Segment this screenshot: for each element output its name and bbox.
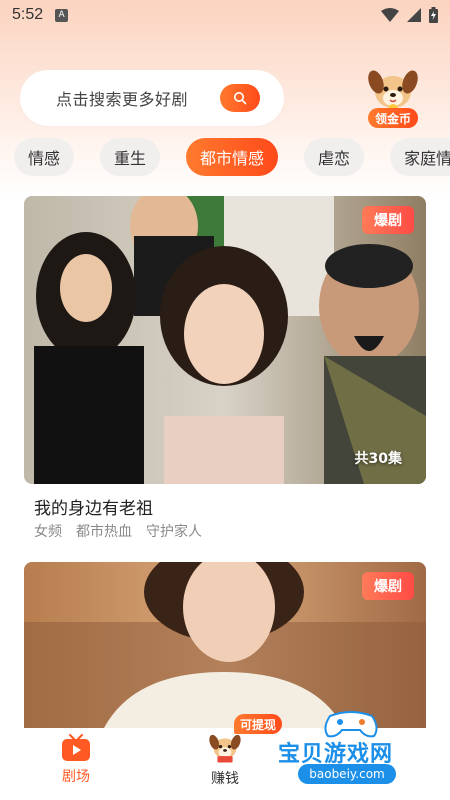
nav-earn[interactable]: 赚钱	[200, 728, 250, 796]
app-notification-icon: A	[55, 8, 69, 22]
tab-urban-emotion[interactable]: 都市情感	[186, 138, 279, 176]
nav-theater[interactable]: 剧场	[52, 734, 100, 794]
tab-sad-romance[interactable]: 虐恋	[304, 138, 365, 176]
nav-earn-label: 赚钱	[211, 771, 239, 787]
signal-icon	[407, 8, 421, 22]
drama-title[interactable]: 我的身边有老祖	[34, 494, 153, 519]
search-bar[interactable]: 点击搜索更多好剧	[20, 70, 284, 126]
watermark: 宝贝游戏网 baobeiy.com	[270, 706, 430, 792]
tab-rebirth[interactable]: 重生	[100, 138, 161, 176]
tab-family[interactable]: 家庭情	[390, 138, 450, 176]
drama-card[interactable]: 爆剧	[24, 562, 426, 728]
coin-reward-label: 领金币	[368, 108, 418, 128]
battery-icon	[429, 7, 438, 23]
nav-theater-label: 剧场	[62, 769, 90, 785]
drama-tag: 女频	[34, 524, 62, 540]
status-time: 5:52	[12, 6, 44, 23]
tab-emotion[interactable]: 情感	[14, 138, 75, 176]
drama-tags: 女频 都市热血 守护家人	[34, 521, 202, 541]
status-bar: 5:52 A	[0, 0, 450, 30]
hot-badge: 爆剧	[362, 206, 414, 234]
coin-reward-button[interactable]: 领金币	[358, 62, 428, 132]
search-placeholder: 点击搜索更多好剧	[56, 90, 189, 109]
watermark-url: baobeiy.com	[298, 764, 396, 784]
category-tabs: 情感 重生 都市情感 虐恋 家庭情	[14, 138, 450, 176]
episode-count: 共30集	[354, 451, 402, 467]
search-icon	[234, 92, 247, 105]
drama-card[interactable]: 爆剧 共30集	[24, 196, 426, 484]
wifi-icon	[381, 8, 399, 22]
gamepad-icon	[324, 711, 378, 738]
dog-mascot-icon	[368, 70, 418, 114]
drama-tag: 都市热血	[76, 524, 132, 540]
search-button[interactable]	[220, 84, 260, 112]
drama-tag: 守护家人	[146, 524, 202, 540]
drama-poster-image	[24, 196, 426, 484]
hot-badge: 爆剧	[362, 572, 414, 600]
play-tv-icon	[62, 734, 90, 761]
